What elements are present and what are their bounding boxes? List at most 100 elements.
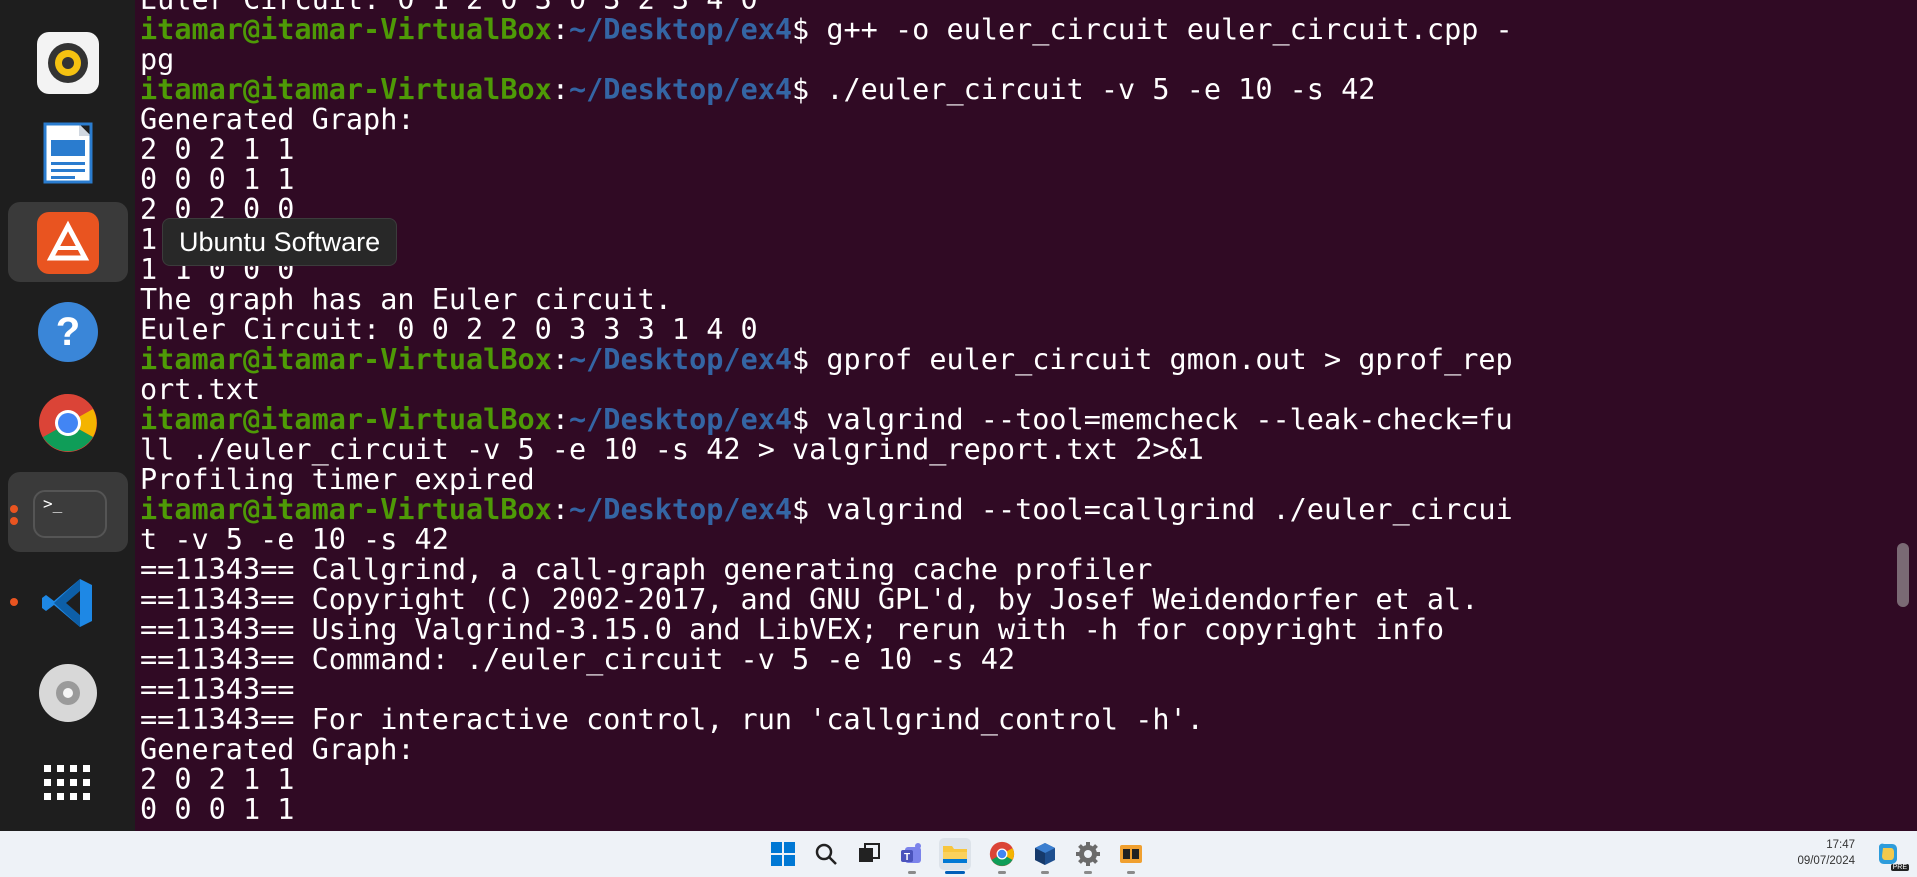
- ubuntu-software-icon: [37, 212, 99, 274]
- svg-text:T: T: [904, 852, 910, 863]
- dock-item-chrome[interactable]: [8, 382, 128, 462]
- terminal-line: itamar@itamar-VirtualBox:~/Desktop/ex4$ …: [140, 75, 1513, 105]
- terminal-line: 2 0 2 1 1: [140, 135, 1513, 165]
- terminal-text: 0 0 0 1 1: [140, 163, 295, 196]
- prompt-path: ~/Desktop/ex4: [568, 73, 793, 106]
- terminal-text: ==11343==: [140, 673, 295, 706]
- app-button[interactable]: [1115, 838, 1147, 874]
- terminal-text: ==11343== Using Valgrind-3.15.0 and LibV…: [140, 613, 1445, 646]
- rhythmbox-icon: [37, 32, 99, 94]
- terminal-text: ll ./euler_circuit -v 5 -e 10 -s 42 > va…: [140, 433, 1204, 466]
- file-explorer-button[interactable]: [939, 838, 971, 874]
- terminal-line: ort.txt: [140, 375, 1513, 405]
- terminal-text: Generated Graph:: [140, 103, 415, 136]
- terminal-line: ll ./euler_circuit -v 5 -e 10 -s 42 > va…: [140, 435, 1513, 465]
- running-indicator: [10, 505, 18, 513]
- virtualbox-icon: [1035, 843, 1055, 865]
- terminal-line: Generated Graph:: [140, 105, 1513, 135]
- terminal-text: t -v 5 -e 10 -s 42: [140, 523, 449, 556]
- disc-icon: [37, 662, 99, 724]
- prompt-path: ~/Desktop/ex4: [568, 343, 793, 376]
- windows-start-icon: [771, 842, 795, 866]
- terminal-text: :: [551, 73, 569, 106]
- dock-item-help[interactable]: ?: [8, 292, 128, 372]
- windows-start-button[interactable]: [767, 838, 799, 870]
- prompt-user: itamar@itamar-VirtualBox: [140, 73, 552, 106]
- terminal-line: 2 0 2 1 1: [140, 765, 1513, 795]
- terminal-line: ==11343== Command: ./euler_circuit -v 5 …: [140, 645, 1513, 675]
- active-indicator: [945, 871, 965, 874]
- running-indicator: [10, 517, 18, 525]
- running-indicator: [10, 598, 18, 606]
- scrollbar[interactable]: [1897, 543, 1909, 607]
- clock-date: 09/07/2024: [1797, 855, 1855, 867]
- terminal-line: pg: [140, 45, 1513, 75]
- chrome-button[interactable]: [986, 838, 1018, 874]
- terminal-text: $ gprof euler_circuit gmon.out > gprof_r…: [792, 343, 1513, 376]
- terminal-line: itamar@itamar-VirtualBox:~/Desktop/ex4$ …: [140, 15, 1513, 45]
- terminal-text: ==11343== Command: ./euler_circuit -v 5 …: [140, 643, 1016, 676]
- copilot-button[interactable]: PRE: [1875, 841, 1909, 871]
- terminal-output: Euler Circuit: 0 1 2 0 3 0 3 2 3 4 0itam…: [140, 0, 1513, 825]
- terminal-text: $ valgrind --tool=callgrind ./euler_circ…: [792, 493, 1513, 526]
- search-icon: [815, 843, 837, 865]
- dock-item-rhythmbox[interactable]: [8, 22, 128, 102]
- file-explorer-icon: [943, 846, 967, 863]
- terminal-line: itamar@itamar-VirtualBox:~/Desktop/ex4$ …: [140, 495, 1513, 525]
- terminal-line: ==11343== Copyright (C) 2002-2017, and G…: [140, 585, 1513, 615]
- terminal-line: ==11343== For interactive control, run '…: [140, 705, 1513, 735]
- copilot-badge: PRE: [1890, 864, 1909, 871]
- running-indicator: [908, 871, 916, 874]
- clock[interactable]: 17:47 09/07/2024: [1797, 837, 1855, 869]
- prompt-user: itamar@itamar-VirtualBox: [140, 13, 552, 46]
- terminal-text: ort.txt: [140, 373, 261, 406]
- teams-button[interactable]: T: [896, 838, 928, 874]
- running-indicator: [1041, 871, 1049, 874]
- dock-item-show-apps[interactable]: [8, 742, 128, 822]
- terminal-text: The graph has an Euler circuit.: [140, 283, 672, 316]
- dock-item-vscode[interactable]: [8, 562, 128, 642]
- terminal-text: 2 0 2 1 1: [140, 133, 295, 166]
- search-button[interactable]: [810, 838, 842, 870]
- running-indicator: [1127, 871, 1135, 874]
- terminal-text: :: [551, 343, 569, 376]
- running-indicator: [998, 871, 1006, 874]
- terminal-line: Profiling timer expired: [140, 465, 1513, 495]
- virtualbox-button[interactable]: [1029, 838, 1061, 874]
- vscode-icon: [37, 572, 99, 634]
- prompt-user: itamar@itamar-VirtualBox: [140, 403, 552, 436]
- dock-item-terminal[interactable]: >_: [8, 472, 128, 552]
- terminal-text: Profiling timer expired: [140, 463, 535, 496]
- terminal-line: 0 0 0 1 1: [140, 165, 1513, 195]
- settings-button[interactable]: [1072, 838, 1104, 874]
- dock-item-ubuntu-software[interactable]: [8, 202, 128, 282]
- show-apps-icon: [37, 752, 99, 814]
- prompt-path: ~/Desktop/ex4: [568, 13, 793, 46]
- terminal-line: ==11343==: [140, 675, 1513, 705]
- terminal-line: 0 0 0 1 1: [140, 795, 1513, 825]
- terminal-text: ==11343== For interactive control, run '…: [140, 703, 1204, 736]
- dock-item-disc[interactable]: [8, 652, 128, 732]
- terminal-text: ==11343== Callgrind, a call-graph genera…: [140, 553, 1153, 586]
- terminal-text: $ g++ -o euler_circuit euler_circuit.cpp…: [792, 13, 1513, 46]
- taskbar: T 17:47 09/07/2024 PRE: [0, 831, 1917, 877]
- libreoffice-writer-icon: [37, 122, 99, 184]
- task-view-button[interactable]: [853, 838, 885, 870]
- prompt-user: itamar@itamar-VirtualBox: [140, 343, 552, 376]
- clock-time: 17:47: [1826, 839, 1855, 851]
- teams-icon: T: [901, 843, 921, 863]
- terminal-line: The graph has an Euler circuit.: [140, 285, 1513, 315]
- terminal-line: Generated Graph:: [140, 735, 1513, 765]
- dock-tooltip: Ubuntu Software: [162, 218, 398, 266]
- terminal-text: :: [551, 403, 569, 436]
- settings-icon: [1076, 842, 1100, 866]
- terminal-window[interactable]: Euler Circuit: 0 1 2 0 3 0 3 2 3 4 0itam…: [135, 0, 1917, 831]
- terminal-line: t -v 5 -e 10 -s 42: [140, 525, 1513, 555]
- chrome-icon: [37, 392, 99, 454]
- terminal-text: Euler Circuit: 0 0 2 2 0 3 3 3 1 4 0: [140, 313, 758, 346]
- dock-item-libreoffice-writer[interactable]: [8, 112, 128, 192]
- terminal-text: Generated Graph:: [140, 733, 415, 766]
- terminal-line: itamar@itamar-VirtualBox:~/Desktop/ex4$ …: [140, 345, 1513, 375]
- terminal-text: :: [551, 493, 569, 526]
- terminal-text: 2 0 2 1 1: [140, 763, 295, 796]
